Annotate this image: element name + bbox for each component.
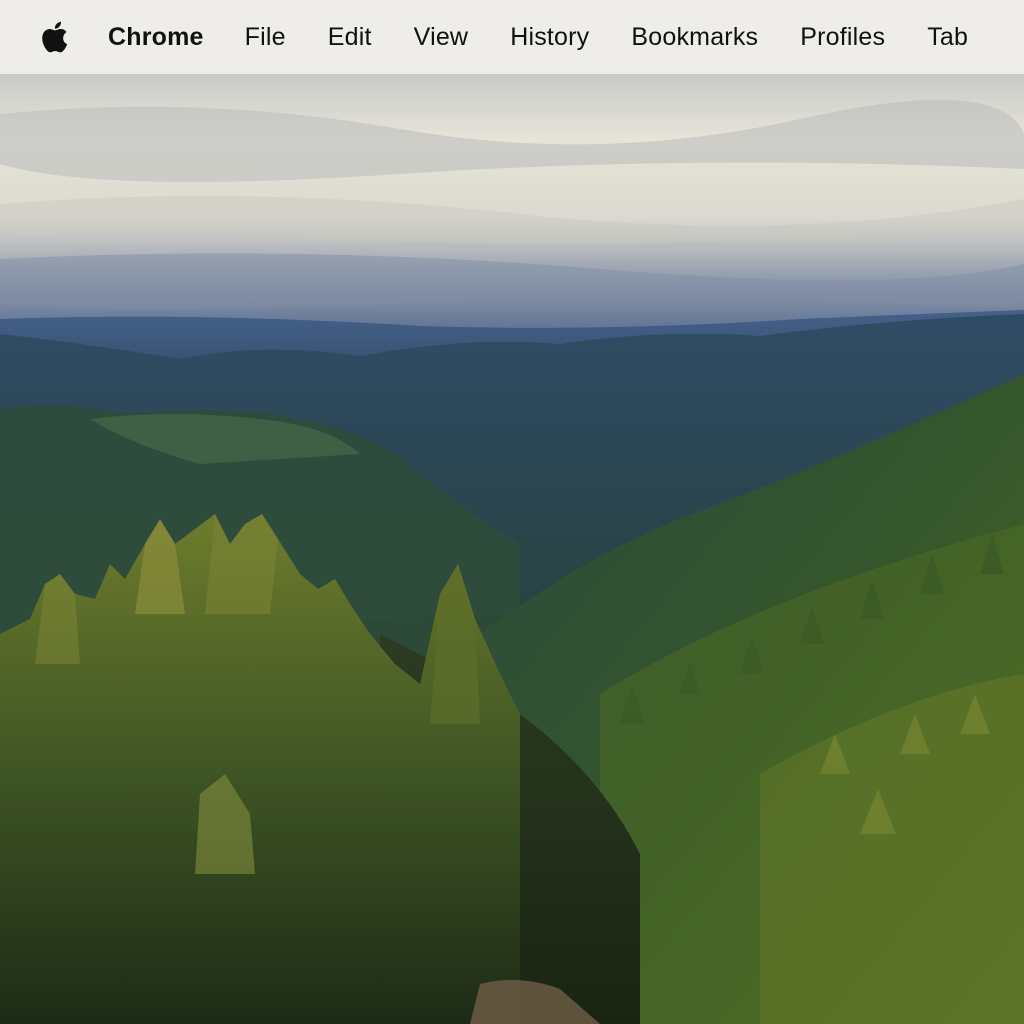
menu-app-name[interactable]: Chrome [108,0,204,74]
menu-bar: Chrome File Edit View History Bookmarks … [0,0,1024,74]
desktop-wallpaper [0,74,1024,1024]
menu-tab[interactable]: Tab [927,0,968,74]
apple-logo-icon[interactable] [40,21,68,53]
menu-bookmarks[interactable]: Bookmarks [631,0,758,74]
menu-history[interactable]: History [510,0,589,74]
menu-file[interactable]: File [245,0,286,74]
wallpaper-landscape-image [0,74,1024,1024]
menu-view[interactable]: View [414,0,469,74]
desktop-screen: Chrome File Edit View History Bookmarks … [0,0,1024,1024]
menu-edit[interactable]: Edit [328,0,372,74]
menu-profiles[interactable]: Profiles [800,0,885,74]
